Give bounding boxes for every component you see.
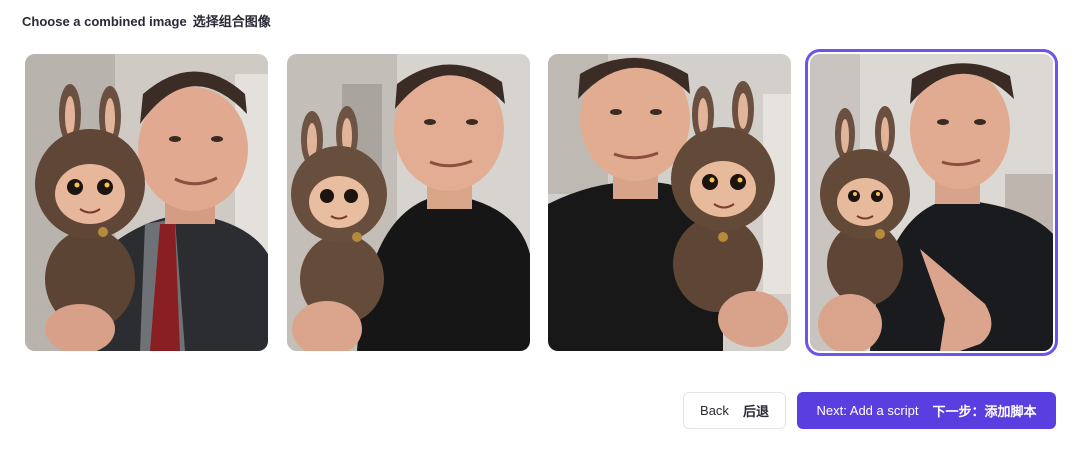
- photo-man-pointing-at-plush-toy-icon: [810, 54, 1053, 351]
- back-button[interactable]: Back 后退: [683, 392, 786, 429]
- next-button-label-en: Next: Add a script: [816, 403, 919, 418]
- page-title-cn: 选择组合图像: [192, 14, 271, 29]
- next-button-label-cn: 下一步：添加脚本: [932, 404, 1037, 419]
- image-option-4[interactable]: [805, 49, 1058, 356]
- photo-man-with-plush-toy-right-icon: [548, 54, 791, 351]
- image-option-2[interactable]: [287, 54, 530, 351]
- page-title: Choose a combined image 选择组合图像: [22, 11, 271, 30]
- photo-man-suit-holding-plush-toy-icon: [25, 54, 268, 351]
- back-button-label-cn: 后退: [742, 404, 769, 419]
- photo-man-black-shirt-holding-plush-toy-icon: [287, 54, 530, 351]
- image-option-1[interactable]: [25, 54, 268, 351]
- image-option-3[interactable]: [548, 54, 791, 351]
- next-add-script-button[interactable]: Next: Add a script 下一步：添加脚本: [797, 392, 1056, 429]
- page-title-en: Choose a combined image: [22, 14, 187, 29]
- back-button-label-en: Back: [700, 403, 729, 418]
